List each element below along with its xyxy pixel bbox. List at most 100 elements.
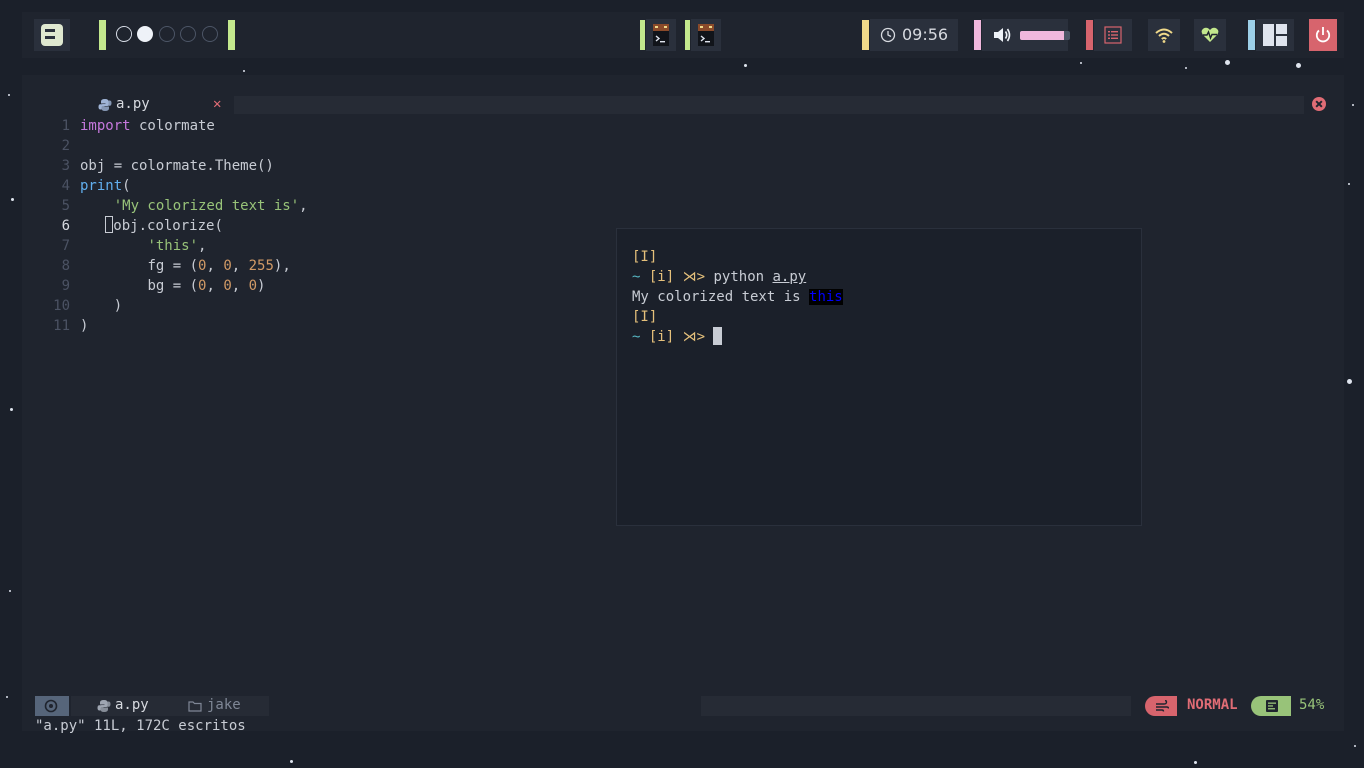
prompt-cwd: ~ xyxy=(632,329,641,345)
line-number: 2 xyxy=(61,138,70,154)
punctuation-token: , xyxy=(299,198,308,214)
tile-layout-icon xyxy=(1263,24,1287,46)
notifications-button[interactable] xyxy=(1094,19,1132,51)
volume-slider[interactable] xyxy=(1020,31,1070,40)
tab-close-icon[interactable]: ✕ xyxy=(213,96,221,112)
clock-widget[interactable]: 09:56 xyxy=(870,19,958,51)
volume-level xyxy=(1020,31,1064,40)
punctuation-token: ) xyxy=(80,318,89,334)
star xyxy=(1348,183,1350,185)
tab-bar-fill xyxy=(234,96,1304,114)
program-output: My colorized text is xyxy=(632,289,801,305)
layout-button[interactable] xyxy=(1256,19,1294,51)
taskbar-terminal-2[interactable] xyxy=(691,19,721,51)
line-number: 3 xyxy=(61,158,70,174)
star xyxy=(243,70,245,72)
line-number: 7 xyxy=(61,238,70,254)
star xyxy=(9,590,11,592)
workspace-1[interactable] xyxy=(116,26,132,42)
punctuation-token: , xyxy=(206,258,224,274)
power-button[interactable] xyxy=(1309,19,1337,51)
workspace-5[interactable] xyxy=(202,26,218,42)
number-token: 255 xyxy=(248,258,274,274)
terminal-line: ~ [i] ⋊> xyxy=(632,327,1141,347)
prompt-arrow: ⋊> xyxy=(682,269,706,285)
star xyxy=(11,198,14,201)
line-number: 1 xyxy=(61,118,70,134)
star xyxy=(1354,745,1356,747)
floating-terminal[interactable]: [I] ~ [i] ⋊> python a.py My colorized te… xyxy=(616,228,1142,526)
identifier-token: colormate xyxy=(130,118,215,134)
clock-icon xyxy=(880,27,896,43)
wifi-button[interactable] xyxy=(1148,19,1180,51)
health-monitor-button[interactable] xyxy=(1194,19,1226,51)
terminal-line: ~ [i] ⋊> python a.py xyxy=(632,267,1141,287)
vi-mode-indicator: [I] xyxy=(632,309,658,325)
star xyxy=(8,94,10,96)
star xyxy=(6,696,8,698)
string-token: 'this' xyxy=(147,238,199,254)
number-token: 0 xyxy=(223,278,232,294)
star xyxy=(1296,63,1301,68)
punctuation-token: , xyxy=(231,278,249,294)
task-accent xyxy=(640,20,645,50)
number-token: 0 xyxy=(248,278,258,294)
list-icon xyxy=(1104,26,1122,44)
launcher-button[interactable] xyxy=(34,19,70,51)
clock-time: 09:56 xyxy=(902,25,949,44)
neovim-icon xyxy=(44,699,58,713)
string-token: 'My colorized text is' xyxy=(113,198,300,214)
punctuation-token: , xyxy=(198,238,207,254)
star xyxy=(1352,104,1354,106)
statusline-percent: 54% xyxy=(1299,697,1325,713)
star xyxy=(1194,761,1197,764)
prompt-cwd: ~ xyxy=(632,269,641,285)
statusline-dir-segment: jake xyxy=(185,696,269,716)
star xyxy=(10,408,13,411)
lines-icon xyxy=(1266,700,1278,712)
punctuation-token: ), xyxy=(273,258,291,274)
code-line: 5 'My colorized text is', xyxy=(36,196,1326,216)
star xyxy=(1185,67,1187,69)
star xyxy=(1347,379,1352,384)
line-number: 10 xyxy=(53,298,70,314)
code-line: 3 obj = colormate.Theme() xyxy=(36,156,1326,176)
folder-icon xyxy=(188,701,202,712)
vi-mode-indicator: [I] xyxy=(632,249,658,265)
workspace-3[interactable] xyxy=(159,26,175,42)
workspace-accent-left xyxy=(99,20,106,50)
star xyxy=(290,760,293,763)
function-token: print xyxy=(80,178,123,194)
tab-a-py[interactable]: a.py ✕ xyxy=(98,95,230,115)
wifi-icon xyxy=(1155,28,1173,43)
code-line: 4 print( xyxy=(36,176,1326,196)
line-number: 8 xyxy=(61,258,70,274)
code-text: bg = ( xyxy=(147,278,199,294)
taskbar-terminal-1[interactable] xyxy=(646,19,676,51)
prompt-mode: [i] xyxy=(648,269,675,285)
code-text: obj = colormate.Theme() xyxy=(80,158,274,174)
wind-icon xyxy=(1156,700,1169,712)
terminal-line: [I] xyxy=(632,247,1141,267)
python-file-icon xyxy=(98,99,112,111)
star xyxy=(1080,62,1082,64)
punctuation-token: ( xyxy=(122,178,131,194)
volume-widget[interactable] xyxy=(982,19,1070,51)
punctuation-token: ) xyxy=(257,278,266,294)
code-text: obj.colorize( xyxy=(113,218,223,234)
workspace-2[interactable] xyxy=(137,26,153,42)
statusline: a.py jake NORMAL 54% xyxy=(35,696,1331,716)
prompt-mode: [i] xyxy=(648,329,675,345)
top-bar: 09:56 xyxy=(22,12,1344,58)
layout-accent xyxy=(1248,20,1255,50)
close-window-icon[interactable] xyxy=(1312,97,1326,111)
statusline-mode-segment xyxy=(35,696,69,716)
colorized-output: this xyxy=(809,289,843,305)
star xyxy=(1225,60,1230,65)
workspace-accent-right xyxy=(228,20,235,50)
punctuation-token: , xyxy=(206,278,224,294)
terminal-line: [I] xyxy=(632,307,1141,327)
workspace-4[interactable] xyxy=(180,26,196,42)
number-token: 0 xyxy=(223,258,232,274)
line-number: 4 xyxy=(61,178,70,194)
